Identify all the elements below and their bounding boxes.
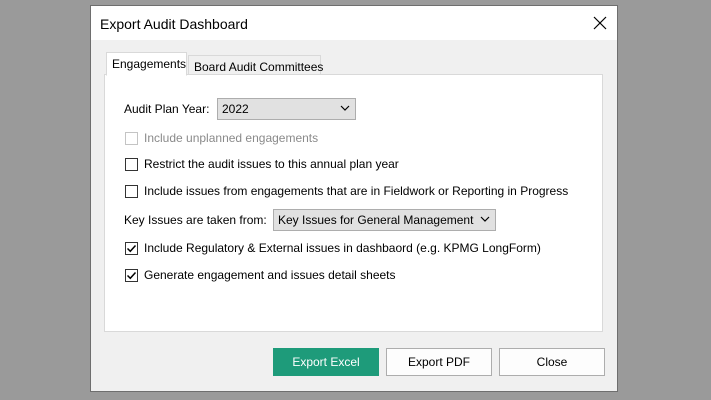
export-pdf-button[interactable]: Export PDF [386,348,492,376]
chevron-down-icon [340,105,350,111]
plan-year-label: Audit Plan Year: [124,102,210,116]
checkbox-box[interactable] [125,157,138,171]
engagements-panel: Audit Plan Year: 2022 Include unplanned … [104,74,603,332]
checkbox-label: Include unplanned engagements [144,131,319,145]
checkbox-label: Generate engagement and issues detail sh… [144,268,396,282]
key-issues-select[interactable]: Key Issues for General Management [273,209,496,231]
checkbox-include-fieldwork[interactable]: Include issues from engagements that are… [125,183,568,199]
checkbox-box[interactable] [125,184,138,198]
checkbox-box[interactable] [125,268,138,282]
close-icon[interactable] [583,6,617,40]
checkmark-icon [126,244,137,252]
checkbox-restrict-plan-year[interactable]: Restrict the audit issues to this annual… [125,156,399,172]
checkmark-icon [126,271,137,279]
export-dialog: Export Audit Dashboard Engagements Board… [90,5,618,392]
plan-year-select[interactable]: 2022 [217,98,356,120]
checkbox-include-regulatory[interactable]: Include Regulatory & External issues in … [125,240,541,256]
checkbox-box[interactable] [125,241,138,255]
tab-engagements-label: Engagements [112,57,187,71]
checkbox-label: Restrict the audit issues to this annual… [144,157,399,171]
plan-year-value: 2022 [222,102,249,116]
checkbox-include-unplanned[interactable]: Include unplanned engagements [125,130,318,146]
checkbox-generate-detail-sheets[interactable]: Generate engagement and issues detail sh… [125,267,396,283]
checkbox-label: Include Regulatory & External issues in … [144,241,541,255]
checkbox-label: Include issues from engagements that are… [144,184,569,198]
key-issues-label: Key Issues are taken from: [124,213,267,227]
close-button[interactable]: Close [499,348,605,376]
chevron-down-icon [480,216,490,222]
title-bar: Export Audit Dashboard [91,6,617,40]
tab-board-audit-committees-label: Board Audit Committees [194,60,324,74]
tab-engagements[interactable]: Engagements [106,52,187,76]
checkbox-box[interactable] [125,131,138,145]
key-issues-value: Key Issues for General Management [278,213,474,227]
dialog-title: Export Audit Dashboard [100,16,248,32]
export-excel-button[interactable]: Export Excel [273,348,379,376]
